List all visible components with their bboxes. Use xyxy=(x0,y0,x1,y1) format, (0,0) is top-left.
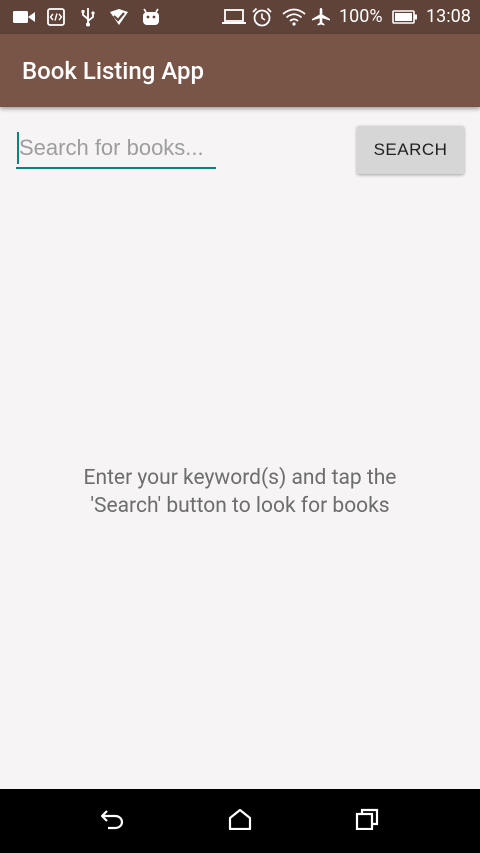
home-icon xyxy=(228,808,252,834)
status-bar: 100% 13:08 xyxy=(0,0,480,34)
app-title: Book Listing App xyxy=(22,57,205,85)
search-button[interactable]: SEARCH xyxy=(357,126,464,174)
back-icon xyxy=(99,808,125,834)
checkbox-icon xyxy=(108,7,130,27)
empty-state-line-1: Enter your keyword(s) and tap the xyxy=(83,466,397,490)
clock-time: 13:08 xyxy=(426,6,471,27)
screen: 100% 13:08 Book Listing App SEARCH Enter… xyxy=(0,0,480,853)
search-field xyxy=(16,128,219,170)
recents-icon xyxy=(355,808,379,834)
text-cursor xyxy=(17,132,19,164)
empty-state-message: Enter your keyword(s) and tap the 'Searc… xyxy=(20,464,460,520)
wifi-icon xyxy=(282,7,306,27)
video-camera-icon xyxy=(12,7,36,27)
battery-icon xyxy=(392,7,418,27)
search-underline xyxy=(16,167,216,169)
recents-button[interactable] xyxy=(349,803,385,839)
navigation-bar xyxy=(0,789,480,853)
app-bar: Book Listing App xyxy=(0,34,480,107)
empty-state-line-2: 'Search' button to look for books xyxy=(90,494,390,518)
usb-icon xyxy=(78,7,98,27)
laptop-icon xyxy=(222,7,246,27)
airplane-icon xyxy=(310,7,332,27)
back-button[interactable] xyxy=(94,803,130,839)
android-icon xyxy=(140,7,162,27)
search-input[interactable] xyxy=(16,128,219,168)
home-button[interactable] xyxy=(222,803,258,839)
alarm-icon xyxy=(251,7,273,27)
battery-percentage: 100% xyxy=(339,6,383,27)
code-icon xyxy=(46,7,66,27)
